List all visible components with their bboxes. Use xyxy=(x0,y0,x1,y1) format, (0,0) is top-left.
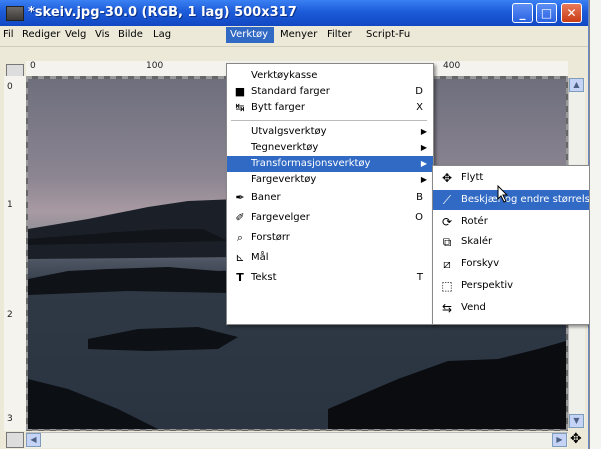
navigate-icon[interactable]: ✥ xyxy=(570,431,582,447)
submenu-item-label: Forskyv xyxy=(461,258,500,269)
ruler-tick-label: 0 xyxy=(30,61,36,71)
menu-item-label: Bytt farger xyxy=(251,102,305,113)
menu-bilde[interactable]: Bilde xyxy=(118,29,143,40)
close-button[interactable]: ✕ xyxy=(561,3,582,23)
maximize-button[interactable]: □ xyxy=(536,3,557,23)
menu-filter[interactable]: Filter xyxy=(327,29,352,40)
submenu-item-perspektiv[interactable]: ⬚ Perspektiv xyxy=(433,276,601,296)
paths-icon: ✒ xyxy=(235,191,245,204)
menu-item-label: Verktøykasse xyxy=(251,70,318,81)
move-icon: ✥ xyxy=(441,171,453,185)
shortcut-label: X xyxy=(416,102,423,113)
default-colors-icon: ■ xyxy=(234,85,246,98)
menu-item-tegneverktoy[interactable]: Tegneverktøy ▶ xyxy=(227,140,433,156)
submenu-item-roter[interactable]: ⟳ Rotér xyxy=(433,212,601,232)
submenu-item-beskjaer[interactable]: ⟋ Beskjær og endre størrelse xyxy=(433,190,601,210)
magnify-icon: ⌕ xyxy=(236,231,244,244)
measure-icon: ⊾ xyxy=(235,251,245,264)
submenu-item-forskyv[interactable]: ⧄ Forskyv xyxy=(433,254,601,274)
menu-vis[interactable]: Vis xyxy=(95,29,110,40)
quick-mask-toggle[interactable] xyxy=(6,432,24,448)
mouse-pointer-icon xyxy=(497,185,509,203)
scroll-left-button[interactable]: ◀ xyxy=(26,433,41,447)
rotate-icon: ⟳ xyxy=(441,215,453,229)
submenu-item-label: Vend xyxy=(461,302,486,313)
submenu-arrow-icon: ▶ xyxy=(420,159,427,168)
verktoy-dropdown-menu: Verktøykasse ■ Standard farger D ↹ Bytt far… xyxy=(226,63,434,325)
menu-item-label: Utvalgsverktøy xyxy=(251,126,327,137)
image-window-icon[interactable] xyxy=(6,6,24,21)
shortcut-label: B xyxy=(416,192,423,203)
menu-item-label: Forstørr xyxy=(251,232,290,243)
menu-item-label: Tegneverktøy xyxy=(251,142,319,153)
shortcut-label: D xyxy=(415,86,423,97)
menu-item-label: Fargeverktøy xyxy=(251,174,317,185)
gimp-image-window: *skeiv.jpg-30.0 (RGB, 1 lag) 500x317 _ □… xyxy=(0,0,601,449)
menu-item-forstorr[interactable]: ⌕ Forstørr xyxy=(227,230,433,246)
menu-item-label: Baner xyxy=(251,192,281,203)
menu-item-utvalgsverktoy[interactable]: Utvalgsverktøy ▶ xyxy=(227,124,433,140)
menu-menyer[interactable]: Menyer xyxy=(280,29,317,40)
menu-script-fu[interactable]: Script-Fu xyxy=(366,29,410,40)
transformasjonsverktoy-submenu: ✥ Flytt ⟋ Beskjær og endre størrelse ⟳ Roté… xyxy=(432,165,601,325)
menu-item-label: Tekst xyxy=(251,272,277,283)
scale-icon: ⧉ xyxy=(442,235,452,249)
submenu-item-label: Perspektiv xyxy=(461,280,514,291)
submenu-arrow-icon: ▶ xyxy=(420,175,427,184)
shortcut-label: O xyxy=(415,212,423,223)
menu-verktoy[interactable]: Verktøy xyxy=(226,27,274,43)
scroll-right-button[interactable]: ▶ xyxy=(552,433,567,447)
vertical-ruler[interactable]: 0 1 2 3 xyxy=(4,76,27,431)
window-title: *skeiv.jpg-30.0 (RGB, 1 lag) 500x317 xyxy=(28,5,297,20)
ruler-tick-label: 100 xyxy=(146,61,164,71)
submenu-item-flytt[interactable]: ✥ Flytt xyxy=(433,168,601,188)
menu-item-mal[interactable]: ⊾ Mål xyxy=(227,250,433,266)
shear-icon: ⧄ xyxy=(443,257,451,271)
minimize-button[interactable]: _ xyxy=(512,3,533,23)
menu-item-label: Transformasjonsverktøy xyxy=(251,158,371,169)
swap-colors-icon: ↹ xyxy=(235,101,245,114)
menu-separator xyxy=(231,120,427,121)
flip-icon: ⇆ xyxy=(441,301,453,315)
ruler-tick-label: 2 xyxy=(7,310,13,320)
ruler-tick-label: 3 xyxy=(7,414,13,424)
scroll-down-button[interactable]: ▼ xyxy=(569,414,584,428)
title-bar[interactable]: *skeiv.jpg-30.0 (RGB, 1 lag) 500x317 _ □… xyxy=(0,0,588,26)
text-tool-icon: T xyxy=(236,271,244,284)
submenu-item-vend[interactable]: ⇆ Vend xyxy=(433,298,601,318)
submenu-item-label: Flytt xyxy=(461,172,484,183)
submenu-item-skaler[interactable]: ⧉ Skalér xyxy=(433,232,601,252)
ruler-tick-label: 0 xyxy=(7,82,13,92)
menu-fil[interactable]: Fil xyxy=(3,29,14,40)
menu-item-fargevelger[interactable]: ✐ Fargevelger O xyxy=(227,210,433,226)
menu-velg[interactable]: Velg xyxy=(65,29,86,40)
menu-item-transformasjonsverktoy[interactable]: Transformasjonsverktøy ▶ xyxy=(227,156,433,172)
submenu-item-label: Beskjær og endre størrelse xyxy=(461,194,596,205)
horizontal-scrollbar[interactable]: ◀ ▶ xyxy=(26,432,568,448)
menu-item-baner[interactable]: ✒ Baner B xyxy=(227,190,433,206)
menu-item-standard-farger[interactable]: ■ Standard farger D xyxy=(227,84,433,100)
menu-item-tekst[interactable]: T Tekst T xyxy=(227,270,433,286)
menu-item-bytt-farger[interactable]: ↹ Bytt farger X xyxy=(227,100,433,116)
background-window-edge xyxy=(589,0,601,449)
menu-rediger[interactable]: Rediger xyxy=(22,29,60,40)
color-picker-icon: ✐ xyxy=(235,211,245,224)
menu-item-label: Mål xyxy=(251,252,269,263)
menu-item-label: Fargevelger xyxy=(251,212,310,223)
submenu-arrow-icon: ▶ xyxy=(420,143,427,152)
ruler-tick-label: 400 xyxy=(443,61,461,71)
menu-item-fargeverktoy[interactable]: Fargeverktøy ▶ xyxy=(227,172,433,188)
shortcut-label: T xyxy=(416,272,423,283)
menu-item-verktoykasse[interactable]: Verktøykasse xyxy=(227,68,433,84)
crop-icon: ⟋ xyxy=(442,193,452,207)
menu-lag[interactable]: Lag xyxy=(153,29,171,40)
scroll-up-button[interactable]: ▲ xyxy=(569,78,584,92)
submenu-item-label: Rotér xyxy=(461,216,488,227)
menu-item-label: Standard farger xyxy=(251,86,330,97)
submenu-arrow-icon: ▶ xyxy=(420,127,427,136)
ruler-tick-label: 1 xyxy=(7,200,13,210)
perspective-icon: ⬚ xyxy=(441,279,453,293)
submenu-item-label: Skalér xyxy=(461,236,493,247)
